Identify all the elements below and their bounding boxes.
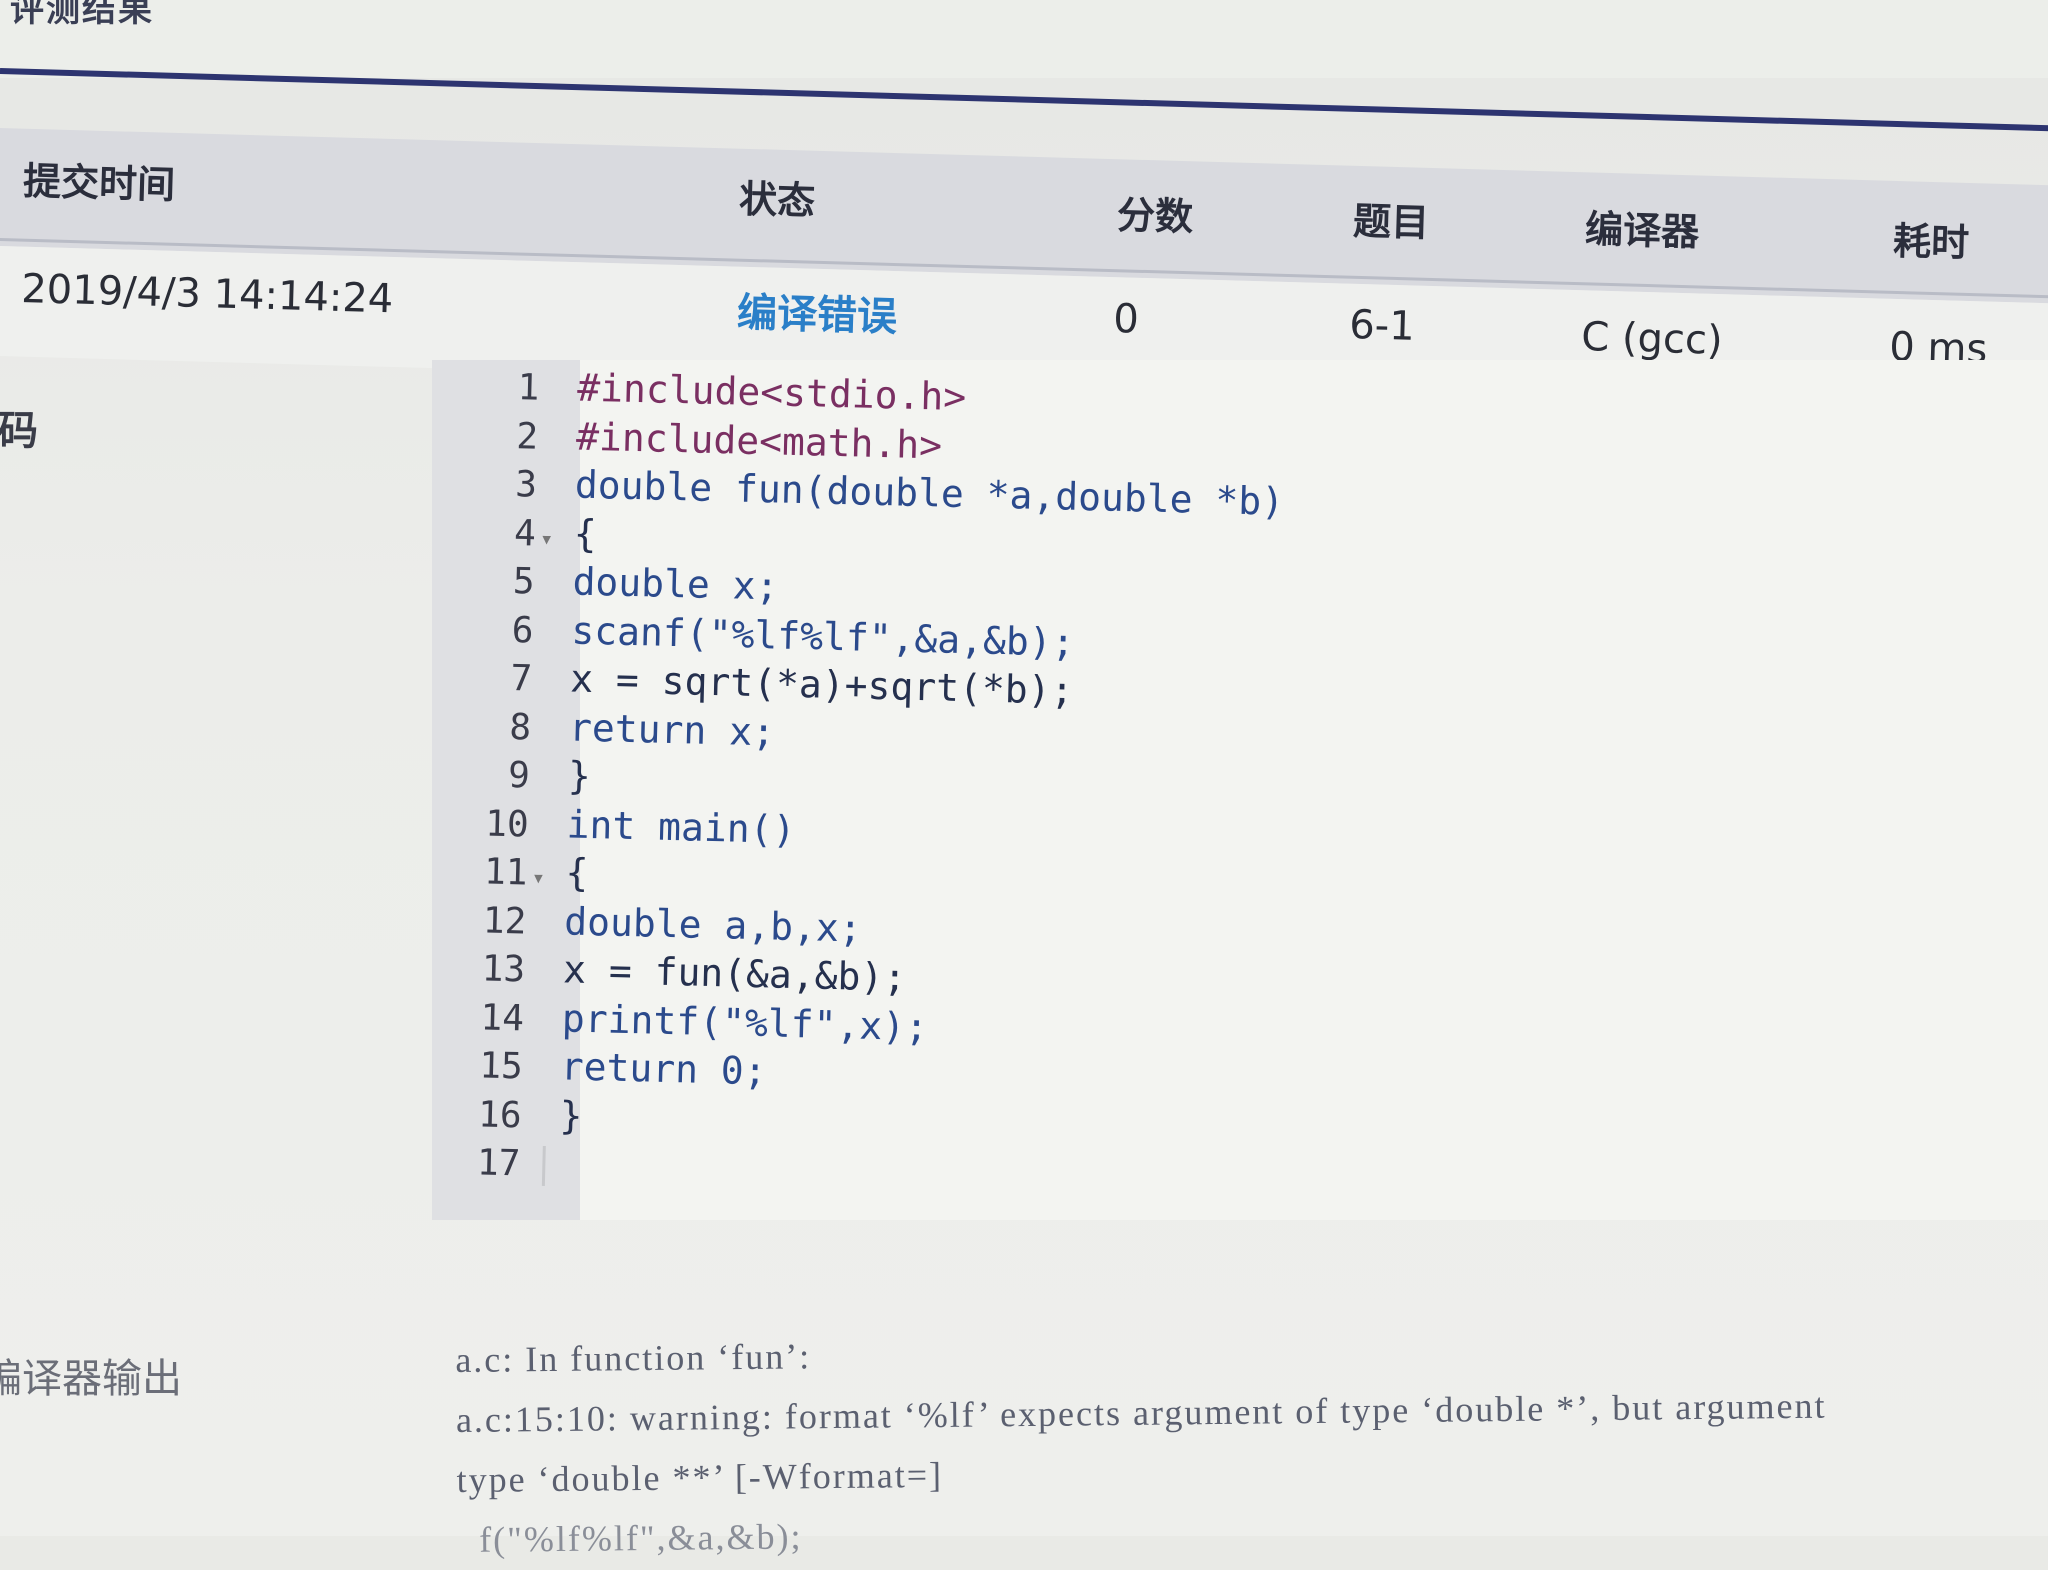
line-number: 5 [512, 561, 536, 603]
line-number: 10 [484, 802, 530, 845]
line-number: 2 [515, 415, 539, 458]
line-number: 15 [478, 1045, 524, 1088]
line-number: 11 [483, 851, 528, 894]
header-divider [0, 68, 2048, 132]
code-text: return 0; [560, 1044, 768, 1094]
code-text: x = fun(&a,&b); [562, 947, 907, 1000]
score-value: 0 [1112, 296, 1140, 343]
code-text: { [573, 511, 598, 556]
code-text [541, 1145, 562, 1186]
code-text: double a,b,x; [563, 898, 863, 951]
line-number: 1 [517, 367, 540, 409]
line-number: 17 [476, 1142, 521, 1185]
header-score: 分数 [1116, 192, 1194, 240]
line-number: 12 [482, 899, 527, 942]
compiler-output-label: 编译器输出 [0, 1356, 182, 1402]
submission-table: 提交时间 状态 分数 题目 编译器 耗时 2019/4/3 14:14:24 编… [0, 128, 2048, 414]
line-number: 9 [507, 754, 531, 797]
header-status: 状态 [738, 176, 816, 224]
line-number: 4 [513, 512, 537, 555]
compiler-value: C (gcc) [1580, 314, 1724, 364]
line-number: 13 [481, 948, 526, 991]
line-number: 8 [508, 706, 532, 749]
line-number: 3 [514, 464, 538, 506]
compiler-output: a.c: In function ‘fun’: a.c:15:10: warnin… [455, 1313, 2048, 1570]
problem-value: 6-1 [1348, 302, 1416, 350]
code-text: { [564, 850, 589, 895]
page-title: 评测结果 [10, 0, 154, 30]
line-number: 7 [510, 658, 533, 700]
line-number: 16 [477, 1093, 523, 1136]
page: 评测结果 提交时间 状态 分数 题目 编译器 耗时 2019/4/3 14:14… [0, 0, 2048, 1560]
code-text: double x; [572, 559, 780, 609]
code-text: int main() [566, 801, 796, 852]
header-problem: 题目 [1352, 198, 1430, 246]
header-compiler: 编译器 [1584, 206, 1700, 255]
status-link[interactable]: 编译错误 [736, 280, 898, 342]
code-viewer[interactable]: 1 #include<stdio.h> 2 #include<math.h> 3 doub… [432, 360, 2048, 1220]
line-number: 14 [480, 996, 525, 1039]
code-text: } [559, 1092, 584, 1138]
header-submit-time: 提交时间 [22, 158, 176, 208]
code-section-label: 代码 [0, 408, 38, 454]
line-number: 6 [511, 609, 534, 652]
code-text: } [567, 753, 592, 798]
code-text: return x; [568, 704, 776, 754]
header-time-used: 耗时 [1892, 218, 1970, 266]
page-header: 评测结果 [0, 0, 2048, 132]
code-lines: 1 #include<stdio.h> 2 #include<math.h> 3 doub… [412, 360, 2048, 1224]
